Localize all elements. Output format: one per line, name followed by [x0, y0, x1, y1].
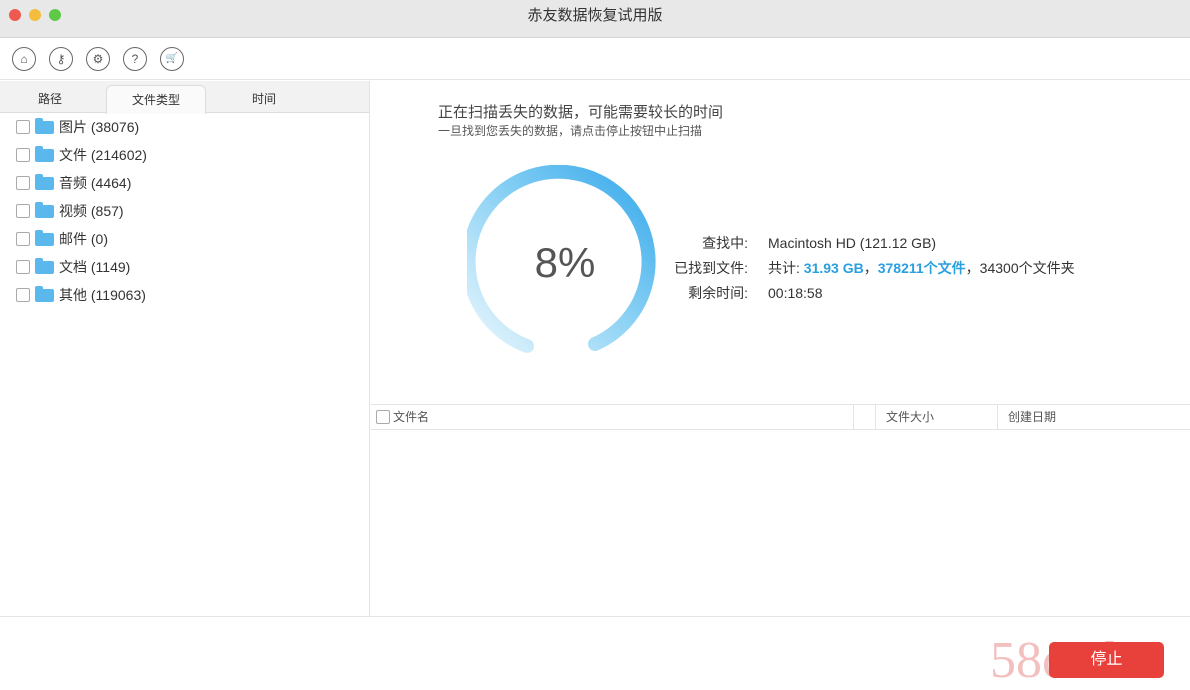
gear-icon[interactable]: ⚙: [86, 46, 110, 71]
folder-icon: [35, 229, 54, 246]
category-checkbox[interactable]: [16, 260, 30, 274]
remaining-label: 剩余时间:: [688, 285, 748, 301]
scan-panel: 正在扫描丢失的数据，可能需要较长的时间 一旦找到您丢失的数据，请点击停止按钮中止…: [371, 81, 1190, 616]
scan-subheading: 一旦找到您丢失的数据，请点击停止按钮中止扫描: [438, 124, 703, 138]
minimize-button[interactable]: [29, 9, 41, 21]
category-checkbox[interactable]: [16, 232, 30, 246]
category-item[interactable]: 其他 (119063): [0, 281, 369, 309]
category-label: 图片 (38076): [59, 119, 140, 135]
folder-icon: [35, 201, 54, 218]
category-checkbox[interactable]: [16, 288, 30, 302]
found-size: 31.93 GB: [803, 260, 864, 276]
sidebar: 路径 文件类型 时间 图片 (38076) 文件 (214602) 音频 (4464…: [0, 81, 370, 616]
category-label: 视频 (857): [59, 203, 124, 219]
folder-icon: [35, 145, 54, 162]
category-checkbox[interactable]: [16, 204, 30, 218]
file-table-header: 文件名 文件大小 创建日期: [371, 404, 1190, 430]
close-button[interactable]: [9, 9, 21, 21]
category-item[interactable]: 文件 (214602): [0, 141, 369, 169]
remaining-value: 00:18:58: [768, 285, 823, 301]
column-divider: [853, 405, 875, 429]
tab-path[interactable]: 路径: [0, 81, 100, 113]
key-icon[interactable]: ⚷: [49, 46, 73, 71]
column-filename[interactable]: 文件名: [371, 405, 429, 429]
folder-icon: [35, 257, 54, 274]
folder-icon: [35, 173, 54, 190]
found-value: 共计: 31.93 GB，378211个文件，34300个文件夹: [768, 256, 1075, 281]
category-item[interactable]: 图片 (38076): [0, 113, 369, 141]
progress-percent: 8%: [534, 239, 596, 286]
category-label: 音频 (4464): [59, 175, 132, 191]
tab-file-type[interactable]: 文件类型: [106, 85, 206, 114]
folder-icon: [35, 285, 54, 302]
found-files: 378211个文件: [877, 260, 966, 276]
separator: ，: [965, 260, 980, 276]
category-item[interactable]: 文档 (1149): [0, 253, 369, 281]
cart-icon[interactable]: 🛒: [160, 46, 184, 71]
scan-heading: 正在扫描丢失的数据，可能需要较长的时间: [438, 104, 724, 121]
home-icon[interactable]: ⌂: [12, 46, 36, 71]
column-size[interactable]: 文件大小: [875, 405, 997, 429]
toolbar: ⌂ ⚷ ⚙ ? 🛒: [0, 38, 1190, 80]
separator: ，: [863, 260, 878, 276]
category-checkbox[interactable]: [16, 176, 30, 190]
category-label: 其他 (119063): [59, 287, 146, 303]
category-item[interactable]: 邮件 (0): [0, 225, 369, 253]
searching-value: Macintosh HD (121.12 GB): [768, 235, 937, 251]
category-label: 文件 (214602): [59, 147, 147, 163]
searching-label: 查找中:: [702, 235, 748, 251]
tab-bar: 路径 文件类型 时间: [0, 81, 369, 114]
zoom-button[interactable]: [49, 9, 61, 21]
column-label: 文件名: [393, 410, 430, 424]
column-date[interactable]: 创建日期: [997, 405, 1190, 429]
tab-time[interactable]: 时间: [214, 81, 314, 113]
category-label: 邮件 (0): [59, 231, 108, 247]
window-title: 赤友数据恢复试用版: [527, 7, 663, 24]
help-icon[interactable]: ?: [123, 46, 147, 71]
footer: 58codes 停止: [0, 616, 1190, 690]
category-item[interactable]: 音频 (4464): [0, 169, 369, 197]
category-checkbox[interactable]: [16, 120, 30, 134]
folder-icon: [35, 117, 54, 134]
found-folders: 34300个文件夹: [979, 260, 1075, 276]
category-checkbox[interactable]: [16, 148, 30, 162]
found-prefix: 共计:: [768, 260, 804, 276]
title-bar: 赤友数据恢复试用版: [0, 0, 1190, 38]
category-item[interactable]: 视频 (857): [0, 197, 369, 225]
select-all-checkbox[interactable]: [376, 410, 390, 424]
category-label: 文档 (1149): [59, 259, 131, 275]
found-label: 已找到文件:: [674, 260, 748, 276]
stop-button[interactable]: 停止: [1049, 642, 1164, 678]
